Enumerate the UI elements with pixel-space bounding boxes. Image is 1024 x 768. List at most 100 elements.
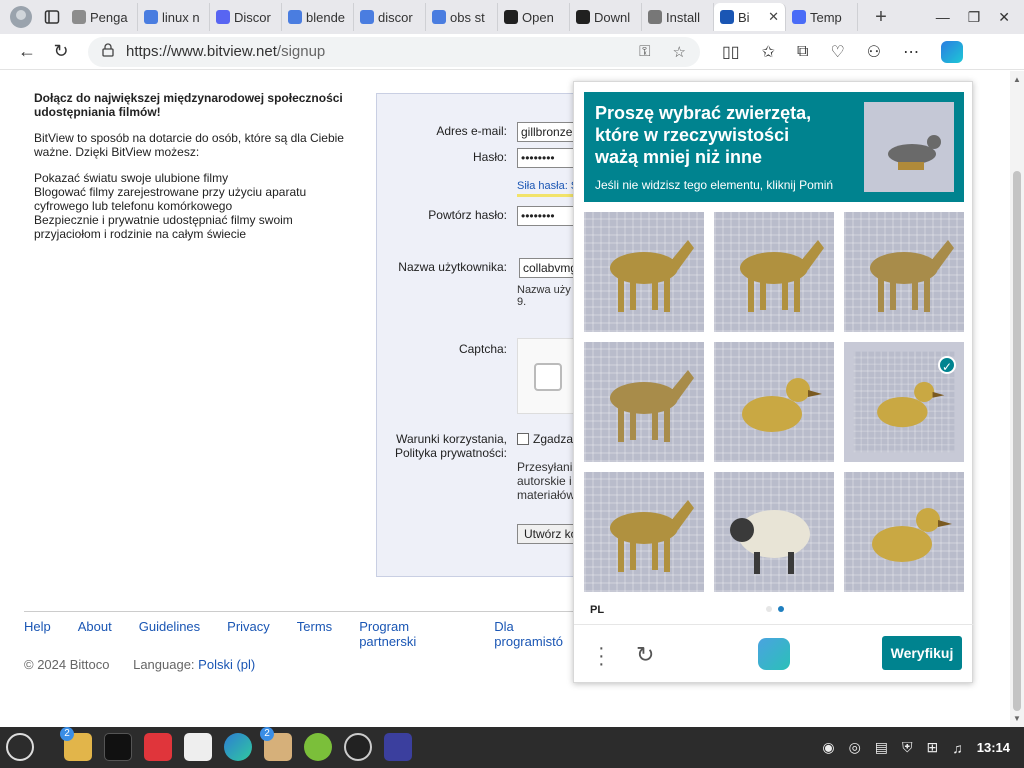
footer-divider <box>24 611 584 612</box>
page-dot[interactable] <box>778 606 784 612</box>
tab-actions-icon[interactable] <box>38 3 66 31</box>
browser-tab[interactable]: Temp <box>786 3 858 31</box>
footer-link[interactable]: Terms <box>297 619 332 649</box>
verify-button[interactable]: Weryfikuj <box>882 636 962 670</box>
system-tray: ◉ ◎ ▤ ⛨ ⊞ ♫ 13:14 <box>822 739 1010 756</box>
discord-icon[interactable]: ◉ <box>822 739 834 756</box>
archive-badge: 2 <box>260 727 274 741</box>
grid-app-icon[interactable] <box>304 733 332 761</box>
more-menu-icon[interactable]: ⋯ <box>903 42 919 62</box>
challenge-image-duck[interactable] <box>844 472 964 592</box>
challenge-image-bull[interactable] <box>584 342 704 462</box>
browser-tab[interactable]: linux n <box>138 3 210 31</box>
footer-link[interactable]: About <box>78 619 112 649</box>
split-screen-icon[interactable]: ▯▯ <box>722 42 740 62</box>
scrollbar-thumb[interactable] <box>1013 171 1021 711</box>
challenge-image-horse[interactable] <box>584 472 704 592</box>
browser-tab[interactable]: blende <box>282 3 354 31</box>
browser-tab[interactable]: Bi ✕ <box>714 3 786 31</box>
language-link[interactable]: Polski (pl) <box>198 657 255 672</box>
refresh-icon[interactable]: ↻ <box>636 642 654 668</box>
sheep-figurine-icon <box>714 472 834 592</box>
url-field[interactable]: https://www.bitview.net/signup ⚿ ☆ <box>88 36 700 67</box>
language-selector[interactable]: PL <box>590 604 604 616</box>
clipboard-icon[interactable]: ▤ <box>875 739 888 756</box>
browser-tab[interactable]: Open <box>498 3 570 31</box>
tab-label: Downl <box>594 9 631 25</box>
obs-tray-icon[interactable]: ◎ <box>849 739 861 756</box>
collections-icon[interactable]: ⧉ <box>797 43 808 61</box>
tab-label: Open <box>522 9 554 25</box>
page-scrollbar[interactable]: ▲ ▼ <box>1010 71 1024 727</box>
copilot-icon[interactable] <box>941 40 964 63</box>
tab-label: linux n <box>162 9 200 25</box>
footer-link[interactable]: Dla programistó <box>494 619 584 649</box>
footer-link[interactable]: Privacy <box>227 619 270 649</box>
back-arrow-icon[interactable]: ← <box>10 37 44 67</box>
files-badge: 2 <box>60 727 74 741</box>
challenge-image-horse[interactable] <box>714 212 834 332</box>
browser-tab[interactable]: obs st <box>426 3 498 31</box>
challenge-image-duck[interactable] <box>714 342 834 462</box>
browser-tab[interactable]: Discor <box>210 3 282 31</box>
tab-label: Penga <box>90 9 128 25</box>
tab-favicon-icon <box>144 10 158 24</box>
challenge-image-sheep[interactable] <box>714 472 834 592</box>
minimize-icon[interactable]: — <box>936 9 950 26</box>
terminal-icon[interactable] <box>104 733 132 761</box>
scroll-down-icon[interactable]: ▼ <box>1013 714 1021 723</box>
intro-bullet: Pokazać światu swoje ulubione filmy <box>34 171 229 185</box>
horse-figurine-icon <box>584 212 704 332</box>
extensions-icon[interactable]: ⚇ <box>867 42 881 62</box>
tab-label: Install <box>666 9 700 25</box>
browser-tab[interactable]: Install <box>642 3 714 31</box>
browser-tab[interactable]: Penga <box>66 3 138 31</box>
files-icon[interactable]: 2 <box>60 727 92 761</box>
username-hint: Nazwa uży <box>517 284 571 296</box>
mint-menu-icon[interactable] <box>6 733 34 761</box>
browser-tab[interactable]: discor <box>354 3 426 31</box>
terms-checkbox[interactable] <box>517 433 529 445</box>
intro-text: BitView to sposób na dotarcie do osób, k… <box>34 131 344 159</box>
tab-label: discor <box>378 9 413 25</box>
profile-avatar[interactable] <box>10 6 32 28</box>
edge-dev-icon[interactable] <box>224 733 252 761</box>
captcha-checkbox[interactable] <box>534 363 562 391</box>
challenge-image-duck[interactable]: ✓ <box>844 342 964 462</box>
footer-meta: © 2024 Bittoco Language: Polski (pl) <box>24 657 255 672</box>
close-tab-icon[interactable]: ✕ <box>768 9 779 25</box>
media-player-icon[interactable] <box>384 733 412 761</box>
reload-icon[interactable]: ↻ <box>44 37 78 67</box>
footer-link[interactable]: Guidelines <box>139 619 200 649</box>
menu-dots-icon[interactable]: · · · <box>598 638 605 674</box>
shield-icon[interactable]: ⛨ <box>902 739 913 756</box>
obs-icon[interactable] <box>344 733 372 761</box>
tab-favicon-icon <box>360 10 374 24</box>
archive-icon[interactable]: 2 <box>260 727 292 761</box>
terms-agree: Zgadza <box>517 432 573 446</box>
clock[interactable]: 13:14 <box>977 740 1010 755</box>
challenge-image-horse[interactable] <box>584 212 704 332</box>
vivaldi-icon[interactable] <box>144 733 172 761</box>
key-icon[interactable]: ⚿ <box>639 43 650 61</box>
browser-tab[interactable]: Downl <box>570 3 642 31</box>
page-dot[interactable] <box>766 606 772 612</box>
audio-icon[interactable]: ♫ <box>952 740 963 756</box>
settings-icon[interactable] <box>184 733 212 761</box>
challenge-pagination <box>766 606 784 612</box>
favorite-star-icon[interactable]: ☆ <box>673 43 686 61</box>
password-label: Hasło: <box>472 150 507 164</box>
repeat-password-label: Powtórz hasło: <box>428 208 507 222</box>
close-icon[interactable]: ✕ <box>998 9 1010 26</box>
favorites-icon[interactable]: ✩ <box>762 42 775 62</box>
footer-link[interactable]: Program partnerski <box>359 619 467 649</box>
new-tab-button[interactable]: + <box>866 6 896 29</box>
network-icon[interactable]: ⊞ <box>927 739 939 756</box>
restore-icon[interactable]: ❐ <box>968 9 981 26</box>
footer-link[interactable]: Help <box>24 619 51 649</box>
tab-favicon-icon <box>432 10 446 24</box>
tab-strip: Penga linux n Discor blende discor obs st Open… <box>66 0 858 34</box>
scroll-up-icon[interactable]: ▲ <box>1013 75 1021 84</box>
challenge-image-bull[interactable] <box>844 212 964 332</box>
browser-essentials-icon[interactable]: ♡ <box>830 42 844 62</box>
